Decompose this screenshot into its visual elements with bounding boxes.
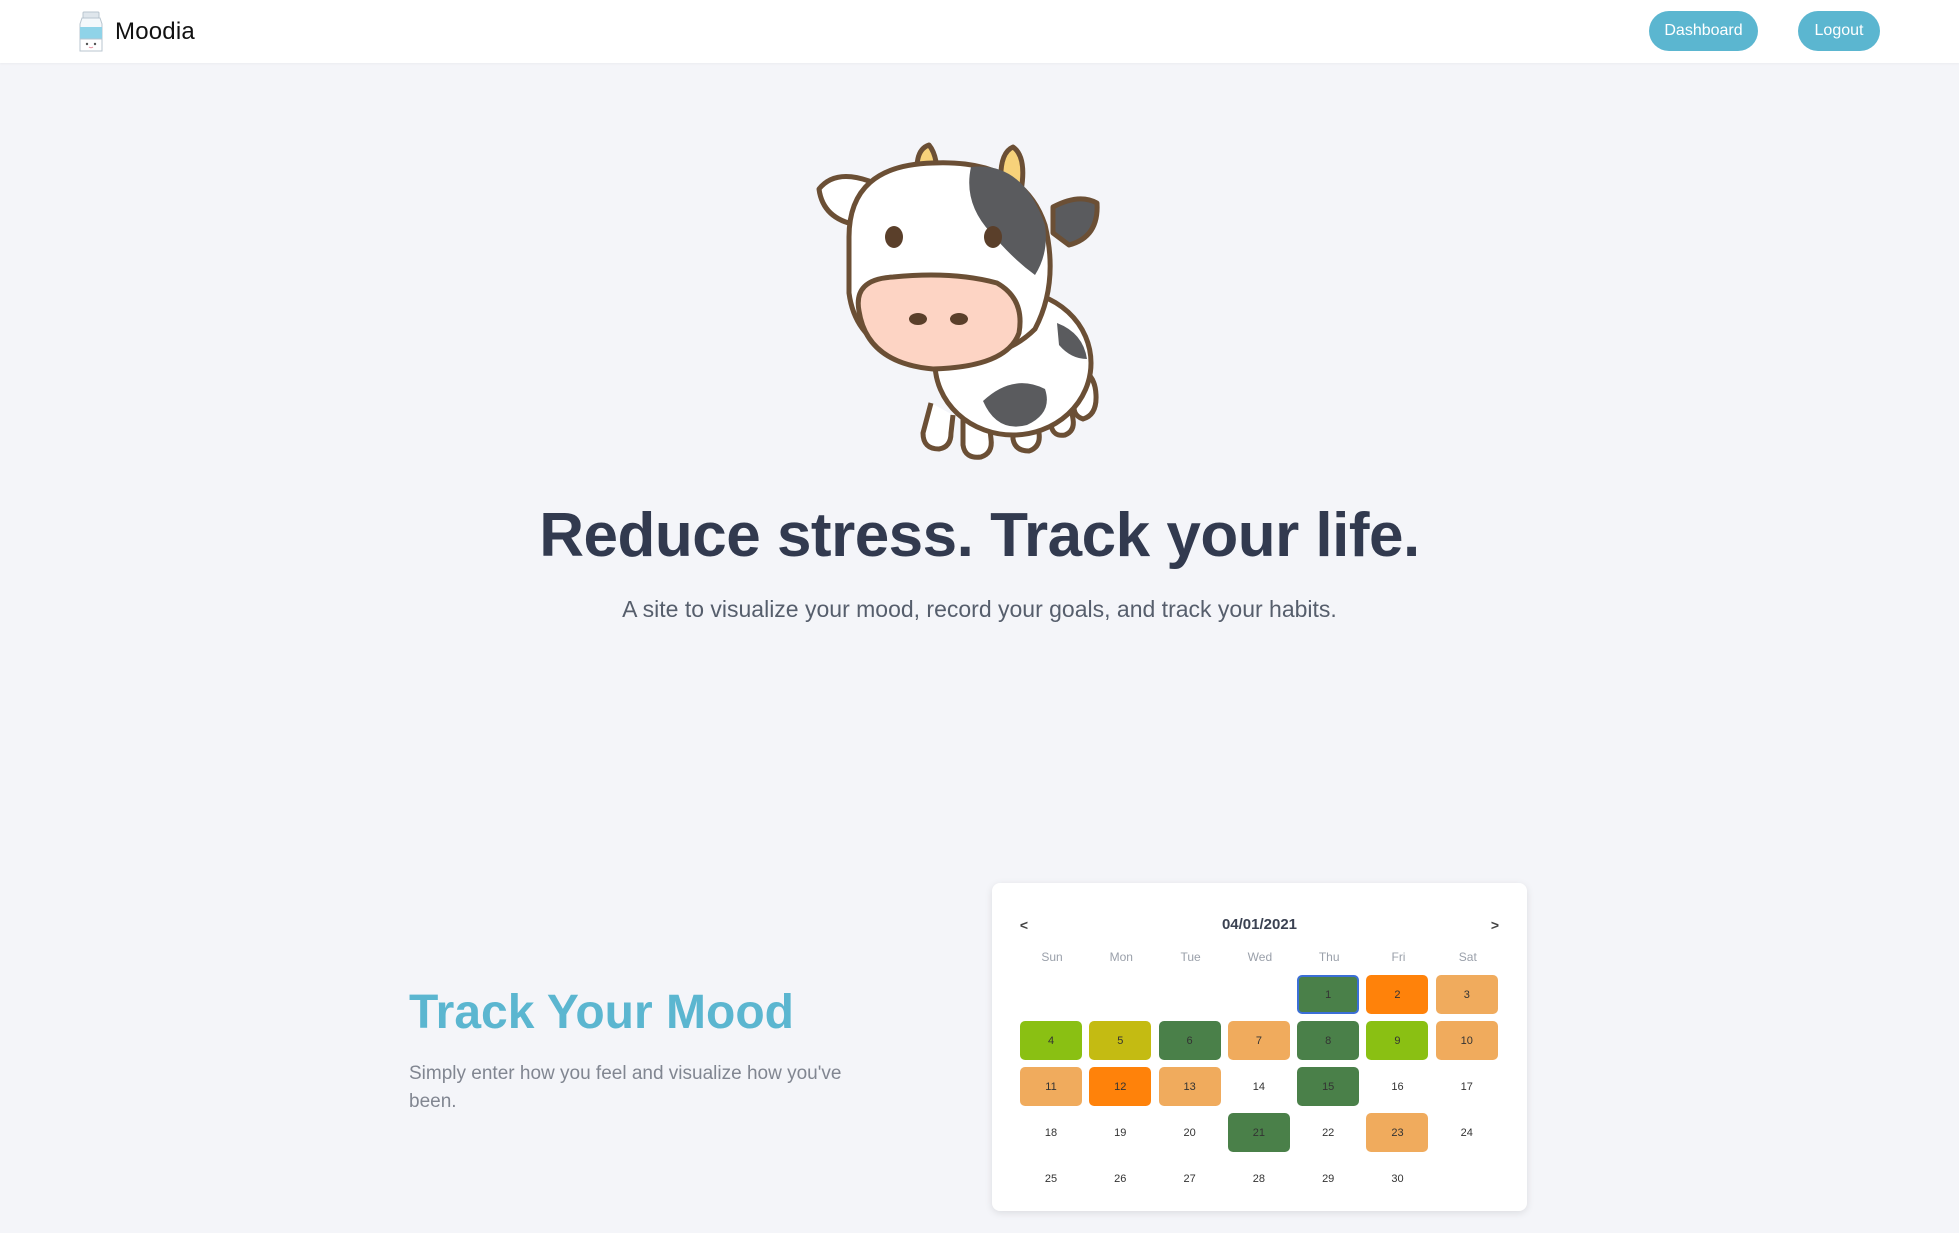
calendar-day-cell[interactable]: 18 [1020, 1113, 1082, 1152]
logout-button[interactable]: Logout [1798, 11, 1880, 51]
calendar-day-cell[interactable]: 24 [1436, 1113, 1498, 1152]
top-navbar: Moodia Dashboard Logout [0, 0, 1959, 63]
calendar-day-cell[interactable]: 25 [1020, 1159, 1082, 1198]
calendar-weekday-label: Wed [1247, 950, 1273, 964]
calendar-weekday-label: Tue [1180, 950, 1201, 964]
calendar-day-cell[interactable]: 15 [1297, 1067, 1360, 1106]
calendar-day-cell[interactable]: 4 [1020, 1021, 1082, 1060]
feature-description: Simply enter how you feel and visualize … [409, 1063, 842, 1112]
calendar-day-cell[interactable]: 10 [1435, 1021, 1498, 1060]
calendar-day-cell[interactable]: 8 [1297, 1021, 1360, 1060]
calendar-month-label: 04/01/2021 [1221, 916, 1298, 933]
calendar-day-cell[interactable]: 5 [1089, 1021, 1152, 1060]
hero-title: Reduce stress. Track your life. [539, 501, 1420, 570]
calendar-day-cell[interactable]: 26 [1089, 1159, 1151, 1198]
calendar-day-cell[interactable]: 7 [1227, 1021, 1290, 1060]
calendar-day-grid: 1 2 3 4 5 6 7 8 9 10 11 12 13 14 15 16 17 18 19 20 21 22 23 24 2… [1020, 975, 1500, 1198]
calendar-day-cell[interactable]: 11 [1020, 1067, 1082, 1106]
feature-title: Track Your Mood [409, 986, 794, 1039]
calendar-empty-cell [1228, 975, 1290, 1014]
calendar-day-cell[interactable]: 30 [1366, 1159, 1428, 1198]
calendar-day-cell[interactable]: 16 [1366, 1067, 1428, 1106]
calendar-day-cell[interactable]: 17 [1436, 1067, 1498, 1106]
calendar-day-cell[interactable]: 21 [1227, 1113, 1290, 1152]
calendar-day-cell[interactable]: 23 [1366, 1113, 1429, 1152]
calendar-weekday-label: Sun [1041, 950, 1063, 964]
hero-subtitle: A site to visualize your mood, record yo… [622, 596, 1337, 622]
calendar-empty-cell [1020, 975, 1082, 1014]
calendar-header: 04/01/2021 < > [992, 913, 1527, 937]
calendar-day-cell[interactable]: 3 [1435, 975, 1498, 1014]
next-month-button[interactable]: > [1483, 913, 1507, 937]
milk-carton-icon [79, 11, 103, 52]
calendar-day-cell[interactable]: 22 [1297, 1113, 1359, 1152]
cow-mascot-illustration [816, 142, 1100, 460]
calendar-weekday-label: Fri [1391, 950, 1406, 964]
calendar-day-cell[interactable]: 14 [1228, 1067, 1290, 1106]
calendar-day-cell[interactable]: 29 [1297, 1159, 1359, 1198]
calendar-day-cell[interactable]: 27 [1159, 1159, 1221, 1198]
mood-calendar-card: 04/01/2021 < > Sun Mon Tue Wed Thu Fri Sat 123… [992, 883, 1527, 1211]
calendar-day-cell[interactable]: 19 [1089, 1113, 1151, 1152]
calendar-day-cell[interactable]: 9 [1366, 1021, 1429, 1060]
previous-month-button[interactable]: < [1012, 913, 1036, 937]
calendar-day-cell[interactable]: 12 [1089, 1067, 1152, 1106]
calendar-day-cell[interactable]: 2 [1366, 975, 1429, 1014]
calendar-weekday-label: Thu [1318, 950, 1340, 964]
brand-name: Moodia [115, 18, 195, 45]
calendar-day-cell[interactable]: 13 [1158, 1067, 1221, 1106]
brand-link[interactable]: Moodia [78, 11, 195, 53]
dashboard-button[interactable]: Dashboard [1649, 11, 1758, 51]
calendar-day-cell[interactable]: 20 [1159, 1113, 1221, 1152]
calendar-day-cell[interactable]: 6 [1158, 1021, 1221, 1060]
calendar-weekday-label: Mon [1109, 950, 1133, 964]
calendar-day-cell[interactable]: 1 [1297, 975, 1360, 1014]
calendar-weekday-row: Sun Mon Tue Wed Thu Fri Sat [1020, 950, 1500, 964]
calendar-day-cell[interactable]: 28 [1228, 1159, 1290, 1198]
calendar-empty-cell [1159, 975, 1221, 1014]
calendar-empty-cell [1089, 975, 1151, 1014]
calendar-weekday-label: Sat [1458, 950, 1477, 964]
